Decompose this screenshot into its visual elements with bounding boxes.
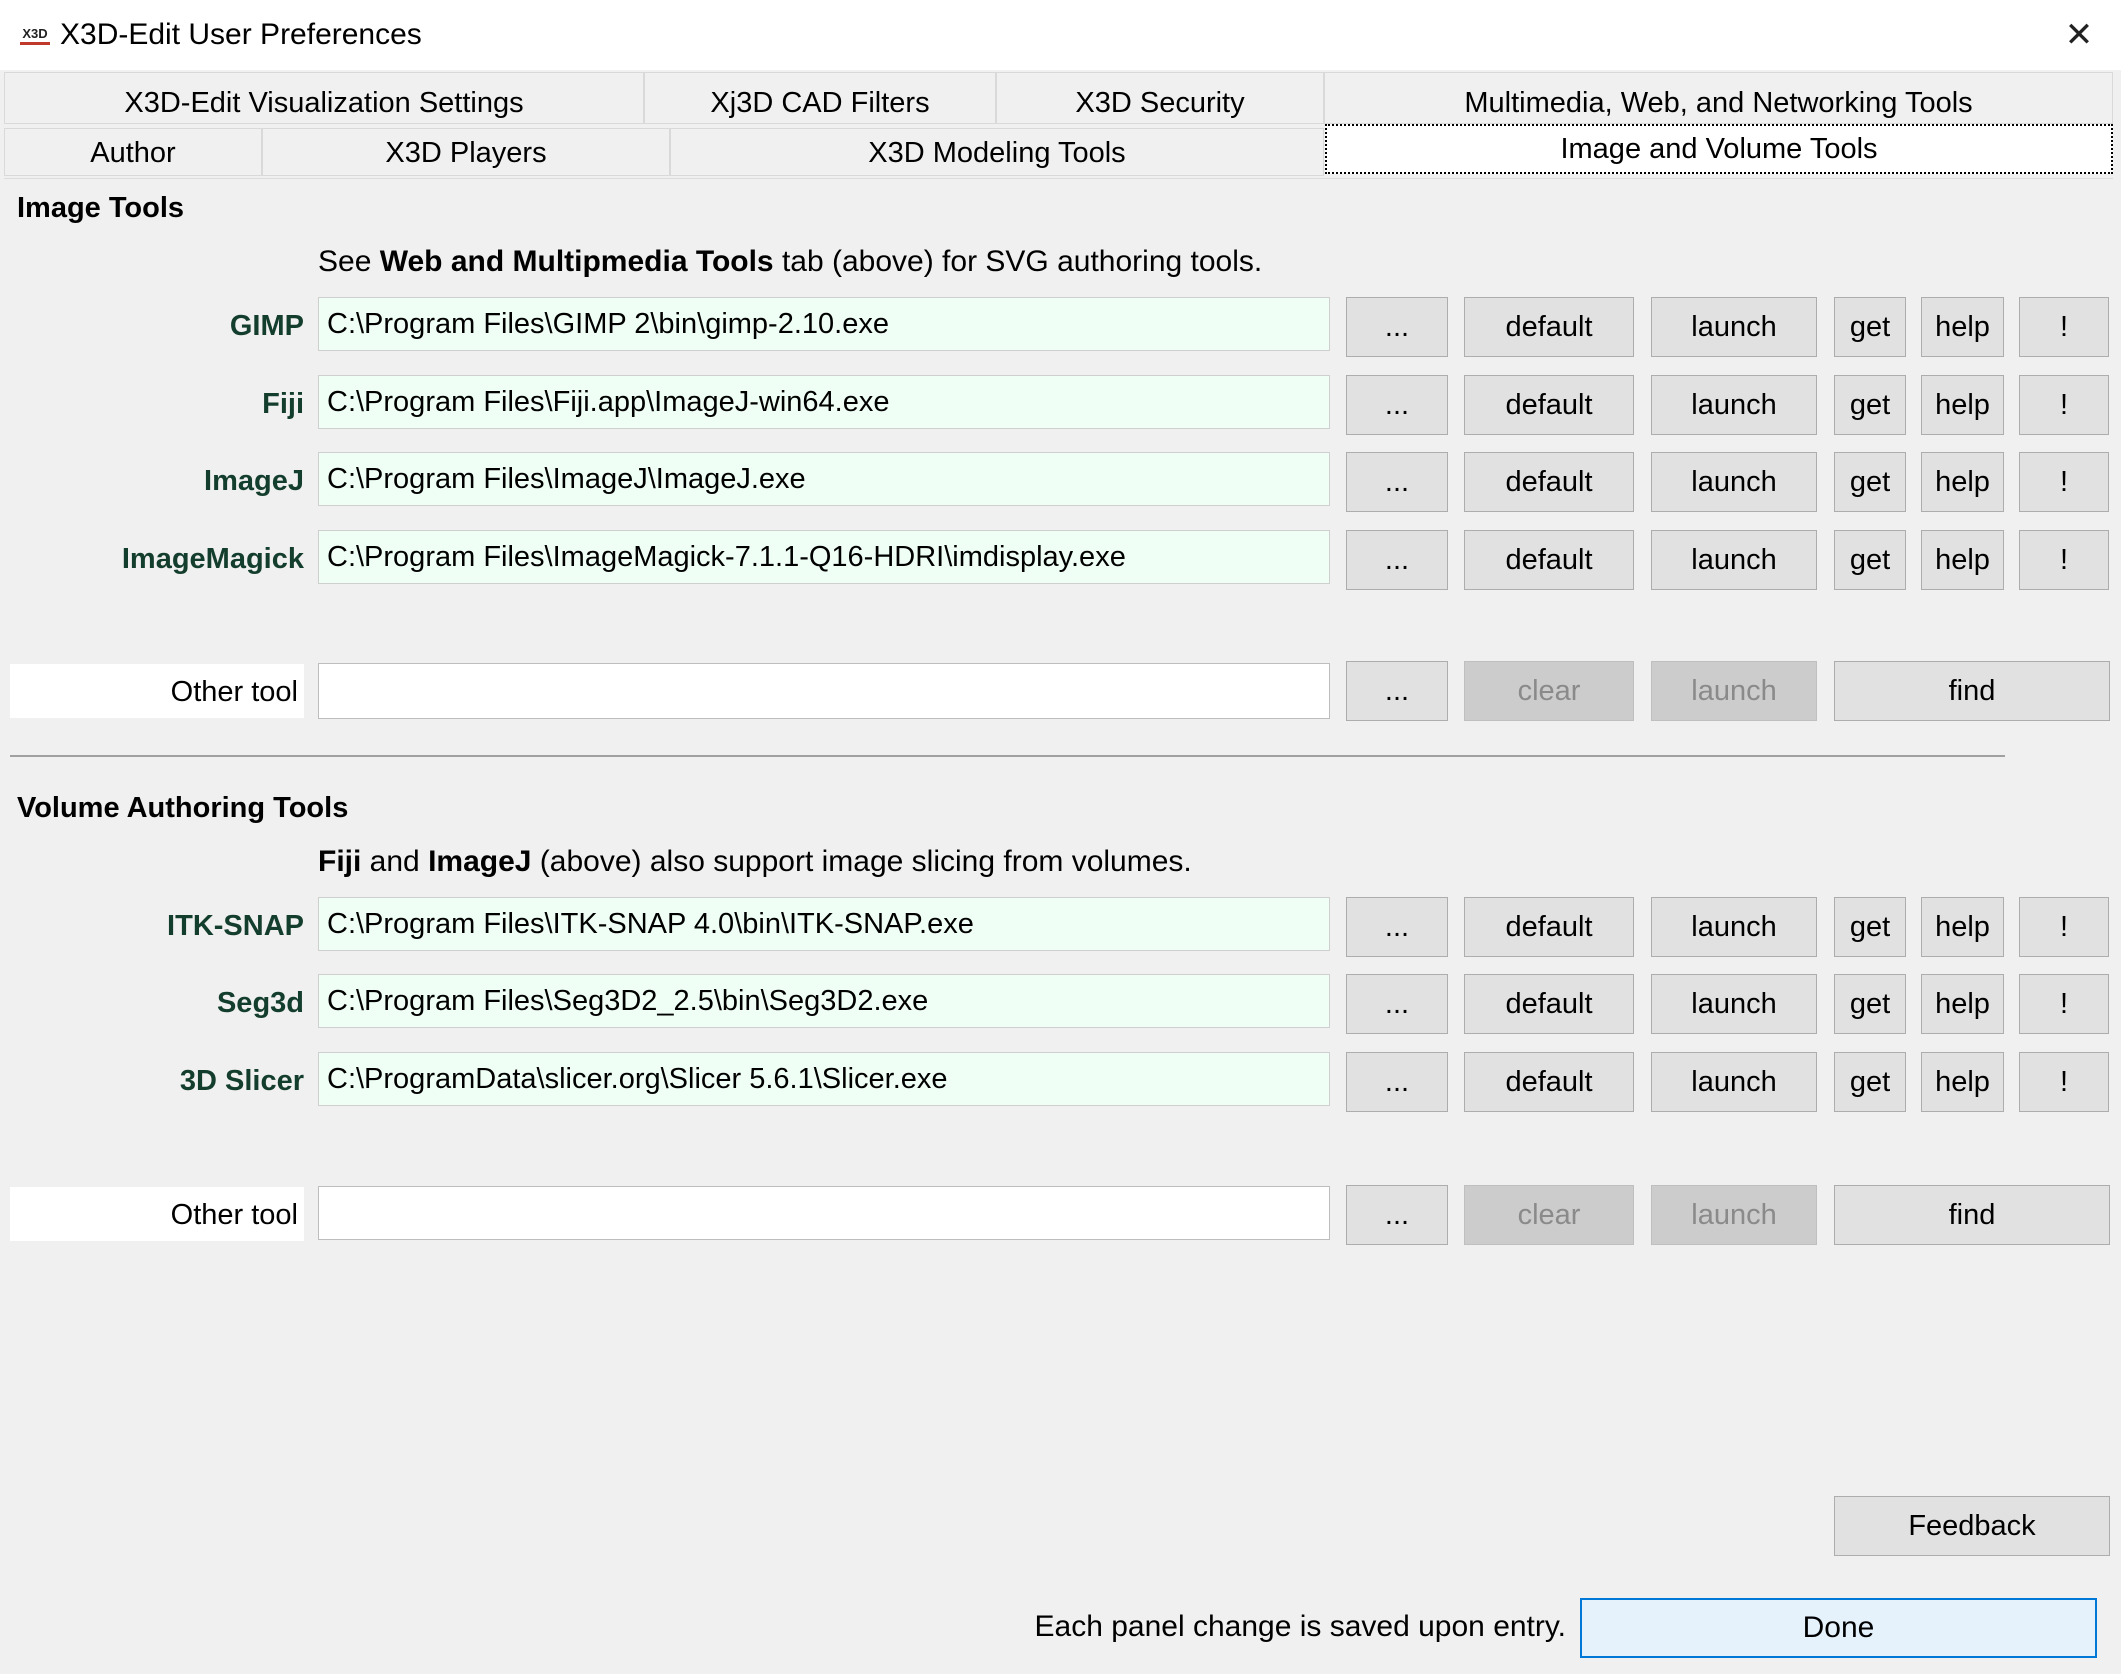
seg3d-browse-button[interactable]: ... <box>1346 974 1448 1034</box>
tab-x3d-security[interactable]: X3D Security <box>996 72 1324 124</box>
title-bar: X3D X3D-Edit User Preferences ✕ <box>0 0 2121 70</box>
volume-other-find-button[interactable]: find <box>1834 1185 2110 1245</box>
3d-slicer-launch-button[interactable]: launch <box>1651 1052 1817 1112</box>
volume-other-launch-button[interactable]: launch <box>1651 1185 1817 1245</box>
imagej-browse-button[interactable]: ... <box>1346 452 1448 512</box>
3d-slicer-warning-button[interactable]: ! <box>2019 1052 2109 1112</box>
imagemagick-launch-button[interactable]: launch <box>1651 530 1817 590</box>
3d-slicer-default-button[interactable]: default <box>1464 1052 1634 1112</box>
imagej-get-button[interactable]: get <box>1834 452 1906 512</box>
fiji-get-button[interactable]: get <box>1834 375 1906 435</box>
image-other-launch-button[interactable]: launch <box>1651 661 1817 721</box>
seg3d-path-field[interactable]: C:\Program Files\Seg3D2_2.5\bin\Seg3D2.e… <box>318 974 1330 1028</box>
seg3d-label: Seg3d <box>216 987 304 1019</box>
gimp-help-button[interactable]: help <box>1921 297 2004 357</box>
gimp-default-button[interactable]: default <box>1464 297 1634 357</box>
imagej-default-button[interactable]: default <box>1464 452 1634 512</box>
fiji-browse-button[interactable]: ... <box>1346 375 1448 435</box>
imagemagick-get-button[interactable]: get <box>1834 530 1906 590</box>
imagej-warning-button[interactable]: ! <box>2019 452 2109 512</box>
fiji-path-field[interactable]: C:\Program Files\Fiji.app\ImageJ-win64.e… <box>318 375 1330 429</box>
image-other-clear-button[interactable]: clear <box>1464 661 1634 721</box>
imagemagick-path-field[interactable]: C:\Program Files\ImageMagick-7.1.1-Q16-H… <box>318 530 1330 584</box>
fiji-label: Fiji <box>262 388 304 420</box>
seg3d-get-button[interactable]: get <box>1834 974 1906 1034</box>
tab-multimedia-web-networking[interactable]: Multimedia, Web, and Networking Tools <box>1324 72 2113 124</box>
image-other-find-button[interactable]: find <box>1834 661 2110 721</box>
tab-xj3d-cad-filters[interactable]: Xj3D CAD Filters <box>644 72 996 124</box>
feedback-button[interactable]: Feedback <box>1834 1496 2110 1556</box>
imagej-label: ImageJ <box>204 465 304 497</box>
3d-slicer-label: 3D Slicer <box>179 1065 304 1097</box>
done-button[interactable]: Done <box>1580 1598 2097 1658</box>
close-icon[interactable]: ✕ <box>2056 12 2102 58</box>
fiji-help-button[interactable]: help <box>1921 375 2004 435</box>
tab-x3d-players[interactable]: X3D Players <box>262 128 670 176</box>
imagemagick-warning-button[interactable]: ! <box>2019 530 2109 590</box>
image-tools-note: See Web and Multipmedia Tools tab (above… <box>318 245 1263 278</box>
imagemagick-browse-button[interactable]: ... <box>1346 530 1448 590</box>
gimp-warning-button[interactable]: ! <box>2019 297 2109 357</box>
fiji-warning-button[interactable]: ! <box>2019 375 2109 435</box>
gimp-launch-button[interactable]: launch <box>1651 297 1817 357</box>
imagej-launch-button[interactable]: launch <box>1651 452 1817 512</box>
section-separator <box>10 755 2005 757</box>
3d-slicer-path-field[interactable]: C:\ProgramData\slicer.org\Slicer 5.6.1\S… <box>318 1052 1330 1106</box>
3d-slicer-help-button[interactable]: help <box>1921 1052 2004 1112</box>
imagemagick-label: ImageMagick <box>121 543 304 575</box>
volume-other-browse-button[interactable]: ... <box>1346 1185 1448 1245</box>
imagej-help-button[interactable]: help <box>1921 452 2004 512</box>
volume-other-clear-button[interactable]: clear <box>1464 1185 1634 1245</box>
image-tools-title: Image Tools <box>17 192 185 224</box>
seg3d-warning-button[interactable]: ! <box>2019 974 2109 1034</box>
itk-snap-label: ITK-SNAP <box>167 910 304 942</box>
itk-snap-launch-button[interactable]: launch <box>1651 897 1817 957</box>
image-other-browse-button[interactable]: ... <box>1346 661 1448 721</box>
itk-snap-path-field[interactable]: C:\Program Files\ITK-SNAP 4.0\bin\ITK-SN… <box>318 897 1330 951</box>
fiji-default-button[interactable]: default <box>1464 375 1634 435</box>
gimp-browse-button[interactable]: ... <box>1346 297 1448 357</box>
itk-snap-warning-button[interactable]: ! <box>2019 897 2109 957</box>
gimp-label: GIMP <box>229 310 304 342</box>
3d-slicer-browse-button[interactable]: ... <box>1346 1052 1448 1112</box>
gimp-path-field[interactable]: C:\Program Files\GIMP 2\bin\gimp-2.10.ex… <box>318 297 1330 351</box>
itk-snap-browse-button[interactable]: ... <box>1346 897 1448 957</box>
fiji-launch-button[interactable]: launch <box>1651 375 1817 435</box>
image-other-tool-label: Other tool <box>10 664 304 718</box>
3d-slicer-get-button[interactable]: get <box>1834 1052 1906 1112</box>
tab-visualization-settings[interactable]: X3D-Edit Visualization Settings <box>4 72 644 124</box>
itk-snap-help-button[interactable]: help <box>1921 897 2004 957</box>
volume-other-tool-field[interactable] <box>318 1186 1330 1240</box>
volume-tools-note: Fiji and ImageJ (above) also support ima… <box>318 845 1192 878</box>
itk-snap-default-button[interactable]: default <box>1464 897 1634 957</box>
tab-author[interactable]: Author <box>4 128 262 176</box>
gimp-get-button[interactable]: get <box>1834 297 1906 357</box>
imagemagick-default-button[interactable]: default <box>1464 530 1634 590</box>
x3d-app-icon: X3D <box>20 23 50 45</box>
tab-image-volume-tools[interactable]: Image and Volume Tools <box>1325 124 2113 174</box>
image-other-tool-field[interactable] <box>318 663 1330 719</box>
seg3d-help-button[interactable]: help <box>1921 974 2004 1034</box>
seg3d-default-button[interactable]: default <box>1464 974 1634 1034</box>
volume-other-tool-label: Other tool <box>10 1187 304 1241</box>
itk-snap-get-button[interactable]: get <box>1834 897 1906 957</box>
window-title: X3D-Edit User Preferences <box>60 18 422 51</box>
imagemagick-help-button[interactable]: help <box>1921 530 2004 590</box>
imagej-path-field[interactable]: C:\Program Files\ImageJ\ImageJ.exe <box>318 452 1330 506</box>
volume-tools-title: Volume Authoring Tools <box>17 792 349 824</box>
tab-x3d-modeling-tools[interactable]: X3D Modeling Tools <box>670 128 1324 176</box>
seg3d-launch-button[interactable]: launch <box>1651 974 1817 1034</box>
save-status-text: Each panel change is saved upon entry. <box>1034 1610 1566 1643</box>
